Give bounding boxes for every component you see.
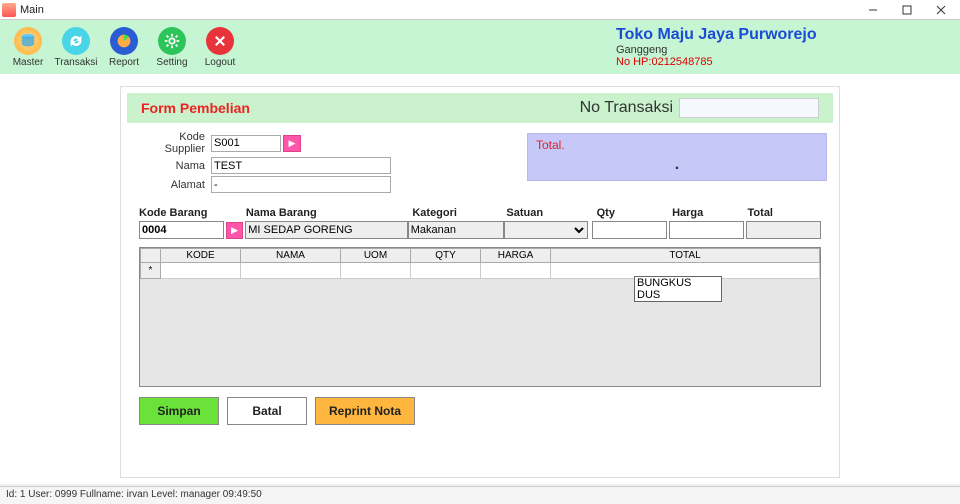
main-toolbar: Master Transaksi Report Setting Logout T… — [0, 20, 960, 74]
grid-header-uom: UOM — [341, 249, 411, 263]
header-kategori: Kategori — [412, 207, 506, 219]
satuan-select[interactable] — [504, 221, 588, 239]
action-buttons: Simpan Batal Reprint Nota — [139, 397, 821, 425]
company-phone: No HP:0212548785 — [616, 56, 817, 68]
transaksi-button[interactable]: Transaksi — [54, 22, 98, 72]
grid-header-total: TOTAL — [551, 249, 820, 263]
total-value: . — [536, 156, 818, 174]
grid-header-qty: QTY — [411, 249, 481, 263]
kode-barang-lookup-button[interactable]: ▶ — [226, 222, 243, 239]
header-nama-barang: Nama Barang — [246, 207, 413, 219]
close-icon — [206, 27, 234, 55]
maximize-button[interactable] — [890, 1, 924, 19]
chevron-right-icon: ▶ — [231, 225, 238, 236]
nama-supplier-input[interactable] — [211, 157, 391, 174]
refresh-icon — [62, 27, 90, 55]
form-pembelian: Form Pembelian No Transaksi Kode Supplie… — [120, 86, 840, 478]
item-entry-row: ▶ — [139, 221, 821, 239]
titlebar: Main — [0, 0, 960, 20]
header-total: Total — [748, 207, 821, 219]
kode-barang-input[interactable] — [139, 221, 224, 239]
close-button[interactable] — [924, 1, 958, 19]
qty-input[interactable] — [592, 221, 667, 239]
harga-input[interactable] — [669, 221, 744, 239]
form-header: Form Pembelian No Transaksi — [127, 93, 833, 123]
alamat-supplier-input[interactable] — [211, 176, 391, 193]
no-transaksi-input[interactable] — [679, 98, 819, 118]
total-label: Total. — [536, 138, 818, 152]
chart-icon — [110, 27, 138, 55]
window-title: Main — [20, 4, 856, 16]
grid-header-kode: KODE — [161, 249, 241, 263]
kode-supplier-lookup-button[interactable]: ▶ — [283, 135, 301, 152]
app-icon — [2, 3, 16, 17]
reprint-nota-button[interactable]: Reprint Nota — [315, 397, 415, 425]
gear-icon — [158, 27, 186, 55]
report-button[interactable]: Report — [102, 22, 146, 72]
nama-supplier-label: Nama — [139, 160, 211, 172]
kode-supplier-label: Kode Supplier — [139, 131, 211, 155]
content-area: Form Pembelian No Transaksi Kode Supplie… — [0, 74, 960, 484]
company-location: Ganggeng — [616, 44, 817, 56]
header-kode-barang: Kode Barang — [139, 207, 222, 219]
form-title: Form Pembelian — [141, 100, 250, 116]
status-bar: Id: 1 User: 0999 Fullname: irvan Level: … — [0, 486, 960, 504]
nama-barang-input — [245, 221, 407, 239]
master-button[interactable]: Master — [6, 22, 50, 72]
total-box: Total. . — [527, 133, 827, 181]
chevron-right-icon: ▶ — [289, 138, 296, 149]
alamat-supplier-label: Alamat — [139, 179, 211, 191]
total-item-input — [746, 221, 821, 239]
setting-button[interactable]: Setting — [150, 22, 194, 72]
satuan-option-dus[interactable]: DUS — [635, 289, 721, 301]
no-transaksi-group: No Transaksi — [580, 98, 819, 118]
header-harga: Harga — [672, 207, 745, 219]
header-qty: Qty — [597, 207, 670, 219]
satuan-dropdown[interactable]: BUNGKUS DUS — [634, 276, 722, 302]
satuan-option-bungkus[interactable]: BUNGKUS — [635, 277, 721, 289]
kategori-input — [408, 221, 504, 239]
company-info: Toko Maju Jaya Purworejo Ganggeng No HP:… — [616, 26, 817, 68]
minimize-button[interactable] — [856, 1, 890, 19]
grid-header-nama: NAMA — [241, 249, 341, 263]
logout-button[interactable]: Logout — [198, 22, 242, 72]
database-icon — [14, 27, 42, 55]
item-headers: Kode Barang Nama Barang Kategori Satuan … — [139, 207, 821, 219]
batal-button[interactable]: Batal — [227, 397, 307, 425]
no-transaksi-label: No Transaksi — [580, 99, 673, 117]
company-name: Toko Maju Jaya Purworejo — [616, 26, 817, 44]
items-grid[interactable]: KODE NAMA UOM QTY HARGA TOTAL * — [139, 247, 821, 387]
simpan-button[interactable]: Simpan — [139, 397, 219, 425]
grid-header-harga: HARGA — [481, 249, 551, 263]
header-satuan: Satuan — [506, 207, 592, 219]
kode-supplier-input[interactable] — [211, 135, 281, 152]
